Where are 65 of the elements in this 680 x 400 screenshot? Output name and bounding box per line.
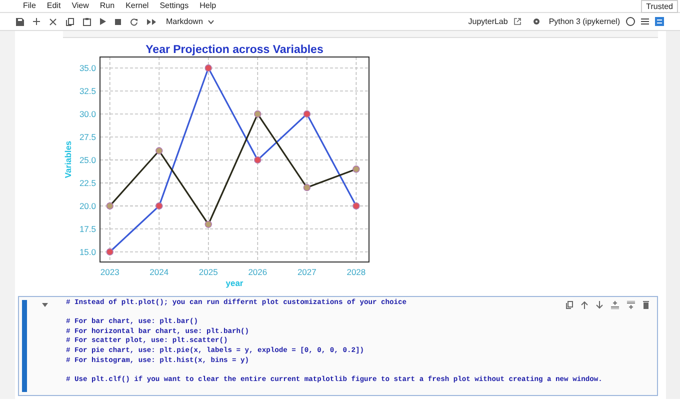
move-up-icon[interactable]: [581, 301, 588, 309]
x-tick-label: 2023: [100, 267, 120, 277]
x-tick-label: 2027: [297, 267, 316, 277]
data-point: [106, 202, 114, 210]
copy-icon[interactable]: [66, 18, 74, 26]
y-tick-label: 32.5: [79, 86, 96, 96]
external-link-icon[interactable]: [514, 18, 521, 25]
data-point: [156, 202, 163, 210]
data-point: [352, 166, 360, 173]
x-tick-label: 2024: [150, 267, 169, 277]
stop-icon[interactable]: [115, 18, 121, 24]
insert-below-icon[interactable]: [627, 301, 635, 309]
y-axis-label: Variables: [63, 140, 73, 178]
jupyterlab-link[interactable]: JupyterLab: [468, 16, 508, 28]
scissors-icon[interactable]: [49, 18, 57, 26]
y-tick-label: 20.0: [79, 200, 96, 211]
trusted-indicator[interactable]: Trusted: [641, 0, 678, 12]
menu-item[interactable]: Kernel: [120, 0, 154, 12]
data-point: [254, 110, 262, 118]
plus-icon[interactable]: [33, 18, 40, 25]
scrollbar[interactable]: [666, 31, 680, 399]
y-tick-label: 35.0: [79, 63, 96, 74]
x-tick-label: 2025: [198, 267, 218, 277]
play-icon[interactable]: [100, 18, 106, 25]
data-point: [352, 202, 360, 210]
kernel-status-icon: [626, 17, 635, 26]
menu-item[interactable]: Run: [94, 0, 120, 12]
menu-item[interactable]: View: [66, 0, 94, 12]
kernel-name[interactable]: Python 3 (ipykernel): [548, 16, 620, 28]
data-point: [156, 147, 163, 154]
gear-icon[interactable]: [532, 18, 540, 25]
code-cell[interactable]: [18, 296, 658, 396]
menu-item[interactable]: Edit: [42, 0, 66, 12]
caret-icon[interactable]: [208, 20, 214, 24]
data-point: [254, 156, 262, 164]
insert-above-icon[interactable]: [611, 301, 619, 309]
menu-icon[interactable]: [641, 18, 649, 25]
data-point: [204, 64, 212, 72]
data-point: [303, 184, 311, 192]
data-point: [106, 248, 114, 256]
data-point: [204, 220, 212, 228]
chart-title: Year Projection across Variables: [146, 44, 324, 56]
y-tick-label: 27.5: [79, 132, 96, 142]
y-tick-label: 22.5: [79, 178, 96, 188]
menu-item[interactable]: Settings: [154, 0, 194, 12]
y-tick-label: 17.5: [79, 224, 96, 234]
paste-icon[interactable]: [83, 18, 91, 26]
x-axis-label: year: [226, 278, 244, 288]
x-tick-label: 2028: [346, 267, 366, 277]
trash-icon[interactable]: [643, 301, 649, 309]
menu-item[interactable]: File: [18, 0, 41, 12]
save-icon[interactable]: [16, 18, 24, 26]
fast-forward-icon[interactable]: [147, 18, 156, 24]
y-tick-label: 25.0: [79, 154, 96, 165]
move-down-icon[interactable]: [596, 301, 603, 309]
cell-type-dropdown[interactable]: Markdown: [166, 16, 214, 28]
y-tick-label: 15.0: [79, 246, 96, 257]
x-tick-label: 2026: [248, 267, 268, 277]
panel-icon[interactable]: [655, 17, 664, 26]
y-tick-label: 30.0: [79, 109, 96, 119]
menu-item[interactable]: Help: [194, 0, 222, 12]
restart-icon[interactable]: [130, 18, 138, 26]
duplicate-icon[interactable]: [566, 301, 573, 309]
data-point: [303, 110, 311, 118]
collapse-caret-icon[interactable]: [42, 303, 48, 307]
